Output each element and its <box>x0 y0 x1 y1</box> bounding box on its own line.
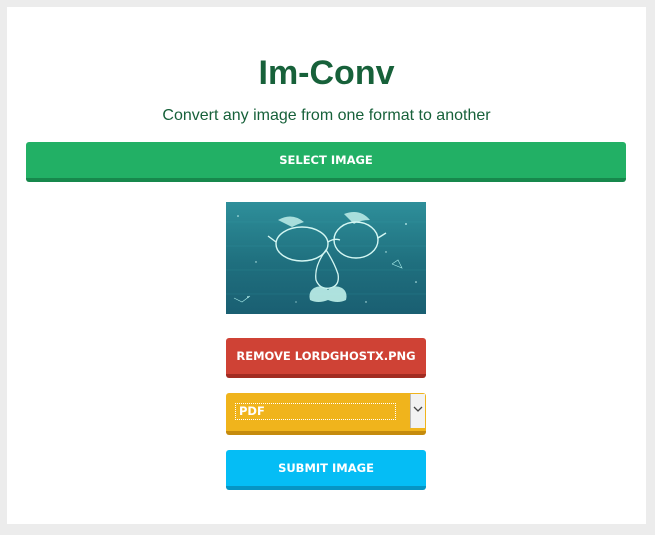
format-select-arrow[interactable] <box>410 394 425 428</box>
remove-image-button[interactable]: REMOVE LORDGHOSTX.PNG <box>226 338 426 378</box>
submit-image-button[interactable]: SUBMIT IMAGE <box>226 450 426 490</box>
disguise-glasses-icon <box>226 212 426 303</box>
page-subtitle: Convert any image from one format to ano… <box>162 107 491 124</box>
format-select[interactable]: PDF <box>226 393 426 435</box>
format-select-value[interactable]: PDF <box>235 403 396 420</box>
converter-card: Im-Conv Convert any image from one forma… <box>7 7 646 524</box>
page-title: Im-Conv <box>258 54 395 92</box>
chevron-down-icon <box>413 406 423 412</box>
image-preview <box>226 202 426 314</box>
select-image-button[interactable]: SELECT IMAGE <box>26 142 626 182</box>
